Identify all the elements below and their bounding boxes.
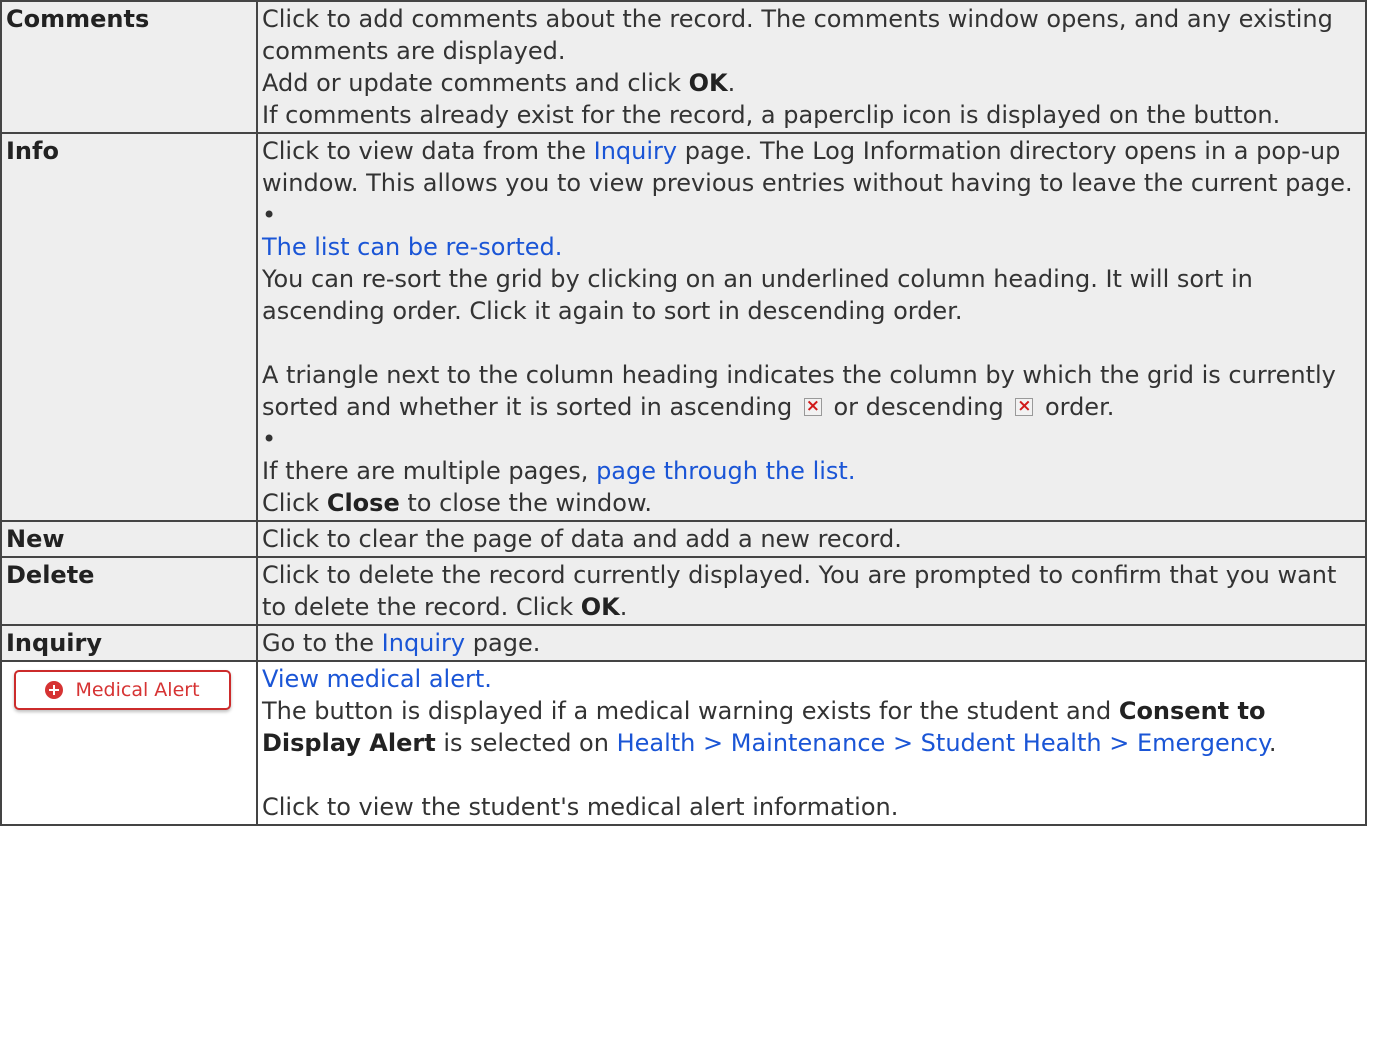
row-new: New Click to clear the page of data and … — [0, 520, 1367, 558]
medical-alert-description: View medical alert. The button is displa… — [256, 660, 1367, 826]
inquiry-link[interactable]: Inquiry — [594, 137, 677, 165]
row-inquiry: Inquiry Go to the Inquiry page. — [0, 624, 1367, 662]
info-intro-text: Click to view data from the — [262, 137, 594, 165]
new-description: Click to clear the page of data and add … — [256, 520, 1367, 558]
delete-description: Click to delete the record currently dis… — [256, 556, 1367, 626]
delete-label: Delete — [0, 556, 258, 626]
bullet: • — [262, 425, 277, 453]
row-comments: Comments Click to add comments about the… — [0, 0, 1367, 134]
sort-ascending-icon — [803, 390, 822, 422]
comments-line2-text: Add or update comments and click — [262, 69, 689, 97]
info-description: Click to view data from the Inquiry page… — [256, 132, 1367, 522]
medical-alert-cell: Medical Alert — [0, 660, 258, 826]
triangle-text-start: A triangle next to the column heading in… — [262, 361, 1336, 421]
inquiry-label: Inquiry — [0, 624, 258, 662]
close-text-start: Click — [262, 489, 327, 517]
comments-line1: Click to add comments about the record. … — [262, 5, 1333, 65]
ok-emphasis: OK — [688, 69, 728, 97]
medical-condition-end: . — [1268, 729, 1277, 757]
info-intro: Click to view data from the Inquiry page… — [262, 135, 1363, 199]
button-reference-table: Comments Click to add comments about the… — [0, 0, 1367, 826]
inquiry-text-end: page. — [465, 629, 541, 657]
row-info: Info Click to view data from the Inquiry… — [0, 132, 1367, 522]
page-through-link[interactable]: page through the list. — [596, 457, 855, 485]
pages-text-start: If there are multiple pages, — [262, 457, 597, 485]
inquiry-link[interactable]: Inquiry — [382, 629, 465, 657]
resort-link[interactable]: The list can be re-sorted. — [262, 231, 1363, 263]
medical-alert-button-label: Medical Alert — [75, 679, 200, 701]
pages-text: If there are multiple pages, page throug… — [262, 455, 1363, 487]
row-delete: Delete Click to delete the record curren… — [0, 556, 1367, 626]
medical-alert-button[interactable]: Medical Alert — [14, 670, 231, 710]
comments-description: Click to add comments about the record. … — [256, 0, 1367, 134]
delete-text: Click to delete the record currently dis… — [262, 561, 1337, 621]
medical-condition-mid: is selected on — [435, 729, 617, 757]
close-text-end: to close the window. — [399, 489, 653, 517]
resort-text: You can re-sort the grid by clicking on … — [262, 265, 1253, 325]
comments-line3: If comments already exist for the record… — [262, 101, 1281, 129]
bullet: • — [262, 201, 277, 229]
info-label: Info — [0, 132, 258, 522]
inquiry-text: Go to the — [262, 629, 382, 657]
medical-condition-text: The button is displayed if a medical war… — [262, 697, 1119, 725]
triangle-text-end: order. — [1037, 393, 1115, 421]
plus-circle-icon — [45, 681, 64, 699]
medical-alert-instructions: Click to view the student's medical aler… — [262, 793, 899, 821]
close-emphasis: Close — [326, 489, 400, 517]
triangle-text-mid: or descending — [825, 393, 1012, 421]
inquiry-description: Go to the Inquiry page. — [256, 624, 1367, 662]
medical-alert-condition: The button is displayed if a medical war… — [262, 695, 1363, 759]
close-text: Click Close to close the window. — [262, 487, 1363, 519]
comments-label: Comments — [0, 0, 258, 134]
row-medical-alert: Medical Alert View medical alert. The bu… — [0, 660, 1367, 826]
delete-text-end: . — [619, 593, 628, 621]
ok-emphasis: OK — [580, 593, 620, 621]
view-medical-alert-link[interactable]: View medical alert. — [262, 663, 1363, 695]
triangle-text: A triangle next to the column heading in… — [262, 359, 1363, 423]
comments-line2: Add or update comments and click OK. — [262, 67, 1363, 99]
health-emergency-link[interactable]: Health > Maintenance > Student Health > … — [617, 729, 1269, 757]
new-label: New — [0, 520, 258, 558]
sort-descending-icon — [1015, 390, 1034, 422]
comments-line2-end: . — [727, 69, 736, 97]
